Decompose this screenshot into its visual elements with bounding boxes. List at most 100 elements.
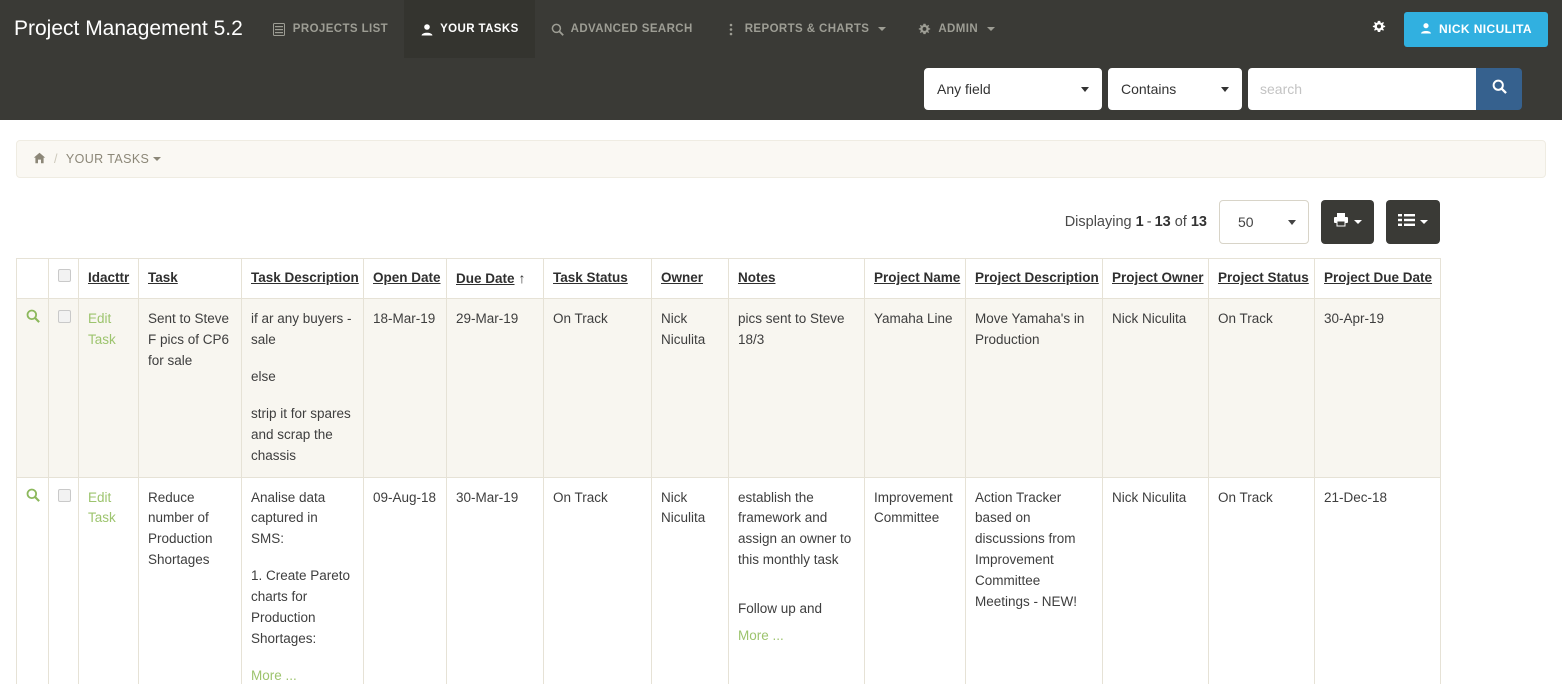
- cell-project-due-date: 21-Dec-18: [1315, 477, 1441, 684]
- nav-item-your-tasks[interactable]: YOUR TASKS: [404, 0, 535, 58]
- range-end: 13: [1155, 214, 1171, 230]
- chevron-down-icon: [1221, 87, 1229, 92]
- row-view-cell[interactable]: [17, 477, 49, 684]
- cell-project-owner: Nick Niculita: [1103, 299, 1209, 478]
- header-label: Project Status: [1218, 270, 1309, 285]
- cell-project-name: Yamaha Line: [865, 299, 966, 478]
- page-size-select[interactable]: 50: [1219, 200, 1309, 244]
- column-options-button[interactable]: [1386, 200, 1440, 244]
- home-icon[interactable]: [33, 152, 46, 167]
- header-label: Project Description: [975, 270, 1099, 285]
- select-all-checkbox[interactable]: [58, 269, 71, 282]
- notes-paragraph: establish the framework and assign an ow…: [738, 488, 855, 572]
- row-select-cell[interactable]: [49, 299, 79, 478]
- header-idacttr[interactable]: Idacttr: [79, 259, 139, 299]
- range-start: 1: [1136, 214, 1144, 230]
- nav-item-label: REPORTS & CHARTS: [745, 23, 870, 35]
- search-controls: Any field Contains: [924, 68, 1522, 110]
- header-project-status[interactable]: Project Status: [1209, 259, 1315, 299]
- breadcrumb-label: YOUR TASKS: [66, 152, 149, 166]
- header-label: Project Due Date: [1324, 270, 1432, 285]
- cell-project-description: Move Yamaha's in Production: [966, 299, 1103, 478]
- cell-project-name: Improvement Committee: [865, 477, 966, 684]
- chevron-down-icon: [878, 27, 886, 31]
- nav-item-advanced-search[interactable]: ADVANCED SEARCH: [535, 0, 709, 58]
- header-label: Task Description: [251, 270, 359, 285]
- notes-paragraph: Follow up and: [738, 599, 855, 620]
- displaying-count: Displaying 1-13 of 13: [1065, 214, 1207, 230]
- chevron-down-icon: [1354, 220, 1362, 224]
- header-owner[interactable]: Owner: [652, 259, 729, 299]
- nav-item-label: ADVANCED SEARCH: [571, 23, 693, 35]
- print-export-button[interactable]: [1321, 200, 1374, 244]
- cell-owner: Nick Niculita: [652, 477, 729, 684]
- cell-task: Reduce number of Production Shortages: [139, 477, 242, 684]
- header-select-all[interactable]: [49, 259, 79, 299]
- cell-due-date: 29-Mar-19: [447, 299, 544, 478]
- row-view-cell[interactable]: [17, 299, 49, 478]
- cell-project-owner: Nick Niculita: [1103, 477, 1209, 684]
- search-field-value: Any field: [937, 81, 991, 97]
- header-label: Open Date: [373, 270, 441, 285]
- printer-icon: [1333, 212, 1349, 232]
- cell-due-date: 30-Mar-19: [447, 477, 544, 684]
- header-notes[interactable]: Notes: [729, 259, 865, 299]
- description-paragraph: if ar any buyers - sale: [251, 309, 354, 351]
- search-input[interactable]: [1248, 68, 1476, 110]
- description-paragraph: strip it for spares and scrap the chassi…: [251, 404, 354, 467]
- range-dash: -: [1144, 214, 1155, 230]
- chevron-down-icon: [1081, 87, 1089, 92]
- header-label: Due Date: [456, 271, 515, 286]
- header-label: Task Status: [553, 270, 628, 285]
- breadcrumb: / YOUR TASKS: [16, 140, 1546, 178]
- table-header-row: Idacttr Task Task Description Open Date …: [17, 259, 1441, 299]
- chevron-down-icon: [987, 27, 995, 31]
- chevron-down-icon: [1420, 220, 1428, 224]
- more-link[interactable]: More ...: [738, 626, 784, 647]
- cell-task-status: On Track: [544, 299, 652, 478]
- header-label: Project Owner: [1112, 270, 1204, 285]
- columns-icon: [1398, 213, 1415, 232]
- edit-task-link[interactable]: Edit Task: [88, 490, 116, 526]
- row-checkbox[interactable]: [58, 489, 71, 502]
- nav-item-reports-charts[interactable]: REPORTS & CHARTS: [709, 0, 903, 58]
- header-task-status[interactable]: Task Status: [544, 259, 652, 299]
- description-paragraph: else: [251, 367, 354, 388]
- header-open-date[interactable]: Open Date: [364, 259, 447, 299]
- description-paragraph: Analise data captured in SMS:: [251, 488, 354, 551]
- page-content: / YOUR TASKS Displaying 1-13 of 13 50: [0, 140, 1562, 684]
- header-task-description[interactable]: Task Description: [242, 259, 364, 299]
- nav-item-projects-list[interactable]: PROJECTS LIST: [257, 0, 404, 58]
- cell-idacttr[interactable]: Edit Task: [79, 299, 139, 478]
- nav-item-label: YOUR TASKS: [440, 23, 519, 35]
- cell-idacttr[interactable]: Edit Task: [79, 477, 139, 684]
- cell-notes: establish the framework and assign an ow…: [729, 477, 865, 684]
- search-field-select[interactable]: Any field: [924, 68, 1102, 110]
- header-project-due-date[interactable]: Project Due Date: [1315, 259, 1441, 299]
- row-select-cell[interactable]: [49, 477, 79, 684]
- magnifier-icon[interactable]: [26, 488, 40, 509]
- search-submit-button[interactable]: [1476, 68, 1522, 110]
- cell-task-description: if ar any buyers - sale else strip it fo…: [242, 299, 364, 478]
- row-checkbox[interactable]: [58, 310, 71, 323]
- search-operator-select[interactable]: Contains: [1108, 68, 1242, 110]
- header-project-owner[interactable]: Project Owner: [1103, 259, 1209, 299]
- magnifier-icon[interactable]: [26, 309, 40, 330]
- header-label: Task: [148, 270, 178, 285]
- app-brand[interactable]: Project Management 5.2: [0, 0, 257, 58]
- header-due-date[interactable]: Due Date↑: [447, 259, 544, 299]
- user-account-button[interactable]: NICK NICULITA: [1404, 12, 1548, 47]
- settings-menu-button[interactable]: [1372, 20, 1390, 39]
- cell-open-date: 09-Aug-18: [364, 477, 447, 684]
- edit-task-link[interactable]: Edit Task: [88, 311, 116, 347]
- header-task[interactable]: Task: [139, 259, 242, 299]
- cell-task-status: On Track: [544, 477, 652, 684]
- header-project-name[interactable]: Project Name: [865, 259, 966, 299]
- cell-notes: pics sent to Steve 18/3: [729, 299, 865, 478]
- breadcrumb-item-your-tasks[interactable]: YOUR TASKS: [66, 152, 161, 166]
- nav-item-admin[interactable]: ADMIN: [902, 0, 1011, 58]
- cell-project-due-date: 30-Apr-19: [1315, 299, 1441, 478]
- header-project-description[interactable]: Project Description: [966, 259, 1103, 299]
- more-link[interactable]: More ...: [251, 666, 297, 684]
- header-label: Idacttr: [88, 270, 129, 285]
